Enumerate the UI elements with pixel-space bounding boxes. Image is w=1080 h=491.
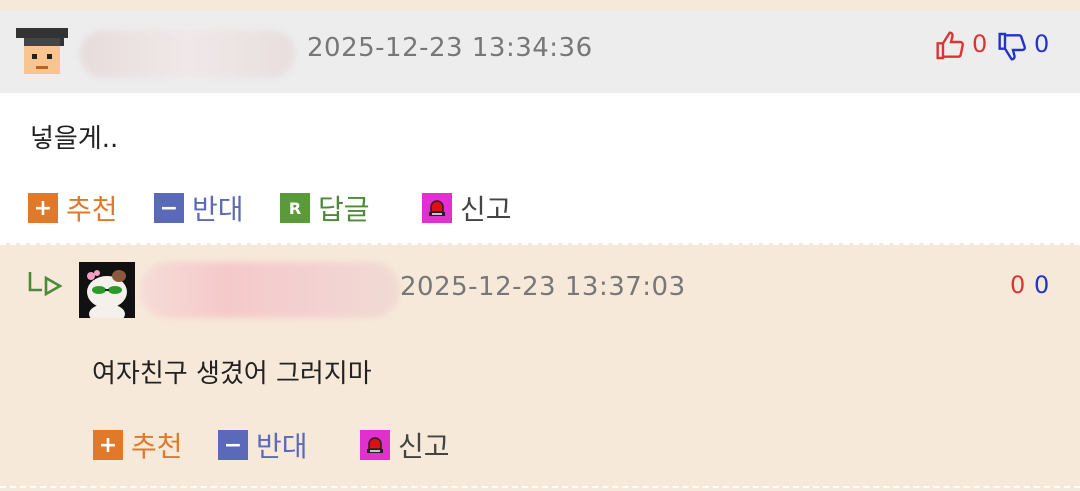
divider — [0, 486, 1080, 488]
siren-icon — [360, 430, 390, 460]
plus-icon: + — [28, 193, 58, 223]
report-label: 신고 — [398, 430, 450, 463]
reply-badge-icon: R — [280, 193, 310, 223]
username-blurred — [80, 30, 295, 78]
comment-timestamp: 2025-12-23 13:37:03 — [400, 272, 686, 302]
oppose-label: 반대 — [256, 430, 308, 463]
minus-icon: − — [154, 193, 184, 223]
report-button[interactable]: 신고 — [422, 188, 512, 228]
avatar[interactable] — [79, 262, 135, 324]
minus-icon: − — [218, 430, 248, 460]
oppose-button[interactable]: − 반대 — [154, 188, 244, 228]
report-label: 신고 — [460, 193, 512, 226]
recommend-label: 추천 — [66, 193, 118, 226]
oppose-label: 반대 — [192, 193, 244, 226]
siren-icon — [422, 193, 452, 223]
comment-text: 여자친구 생겼어 그러지마 — [92, 359, 372, 389]
comment-text: 넣을게.. — [30, 124, 119, 154]
thumbs-up-icon[interactable] — [935, 30, 967, 62]
reply-label: 답글 — [318, 193, 370, 226]
up-count: 0 — [1010, 271, 1026, 299]
oppose-button[interactable]: − 반대 — [218, 425, 308, 465]
down-count: 0 — [1034, 271, 1050, 299]
plus-icon: + — [93, 430, 123, 460]
comment-timestamp: 2025-12-23 13:34:36 — [307, 33, 593, 63]
down-count: 0 — [1034, 30, 1050, 58]
reply-button[interactable]: R 답글 — [280, 188, 370, 228]
recommend-button[interactable]: + 추천 — [28, 188, 118, 228]
avatar[interactable] — [14, 22, 70, 78]
recommend-label: 추천 — [131, 430, 183, 463]
reply-arrow-icon — [26, 268, 64, 300]
thumbs-down-icon[interactable] — [997, 30, 1029, 62]
up-count: 0 — [972, 30, 988, 58]
top-strip — [0, 0, 1080, 10]
recommend-button[interactable]: + 추천 — [93, 425, 183, 465]
username-blurred — [140, 262, 400, 318]
report-button[interactable]: 신고 — [360, 425, 450, 465]
